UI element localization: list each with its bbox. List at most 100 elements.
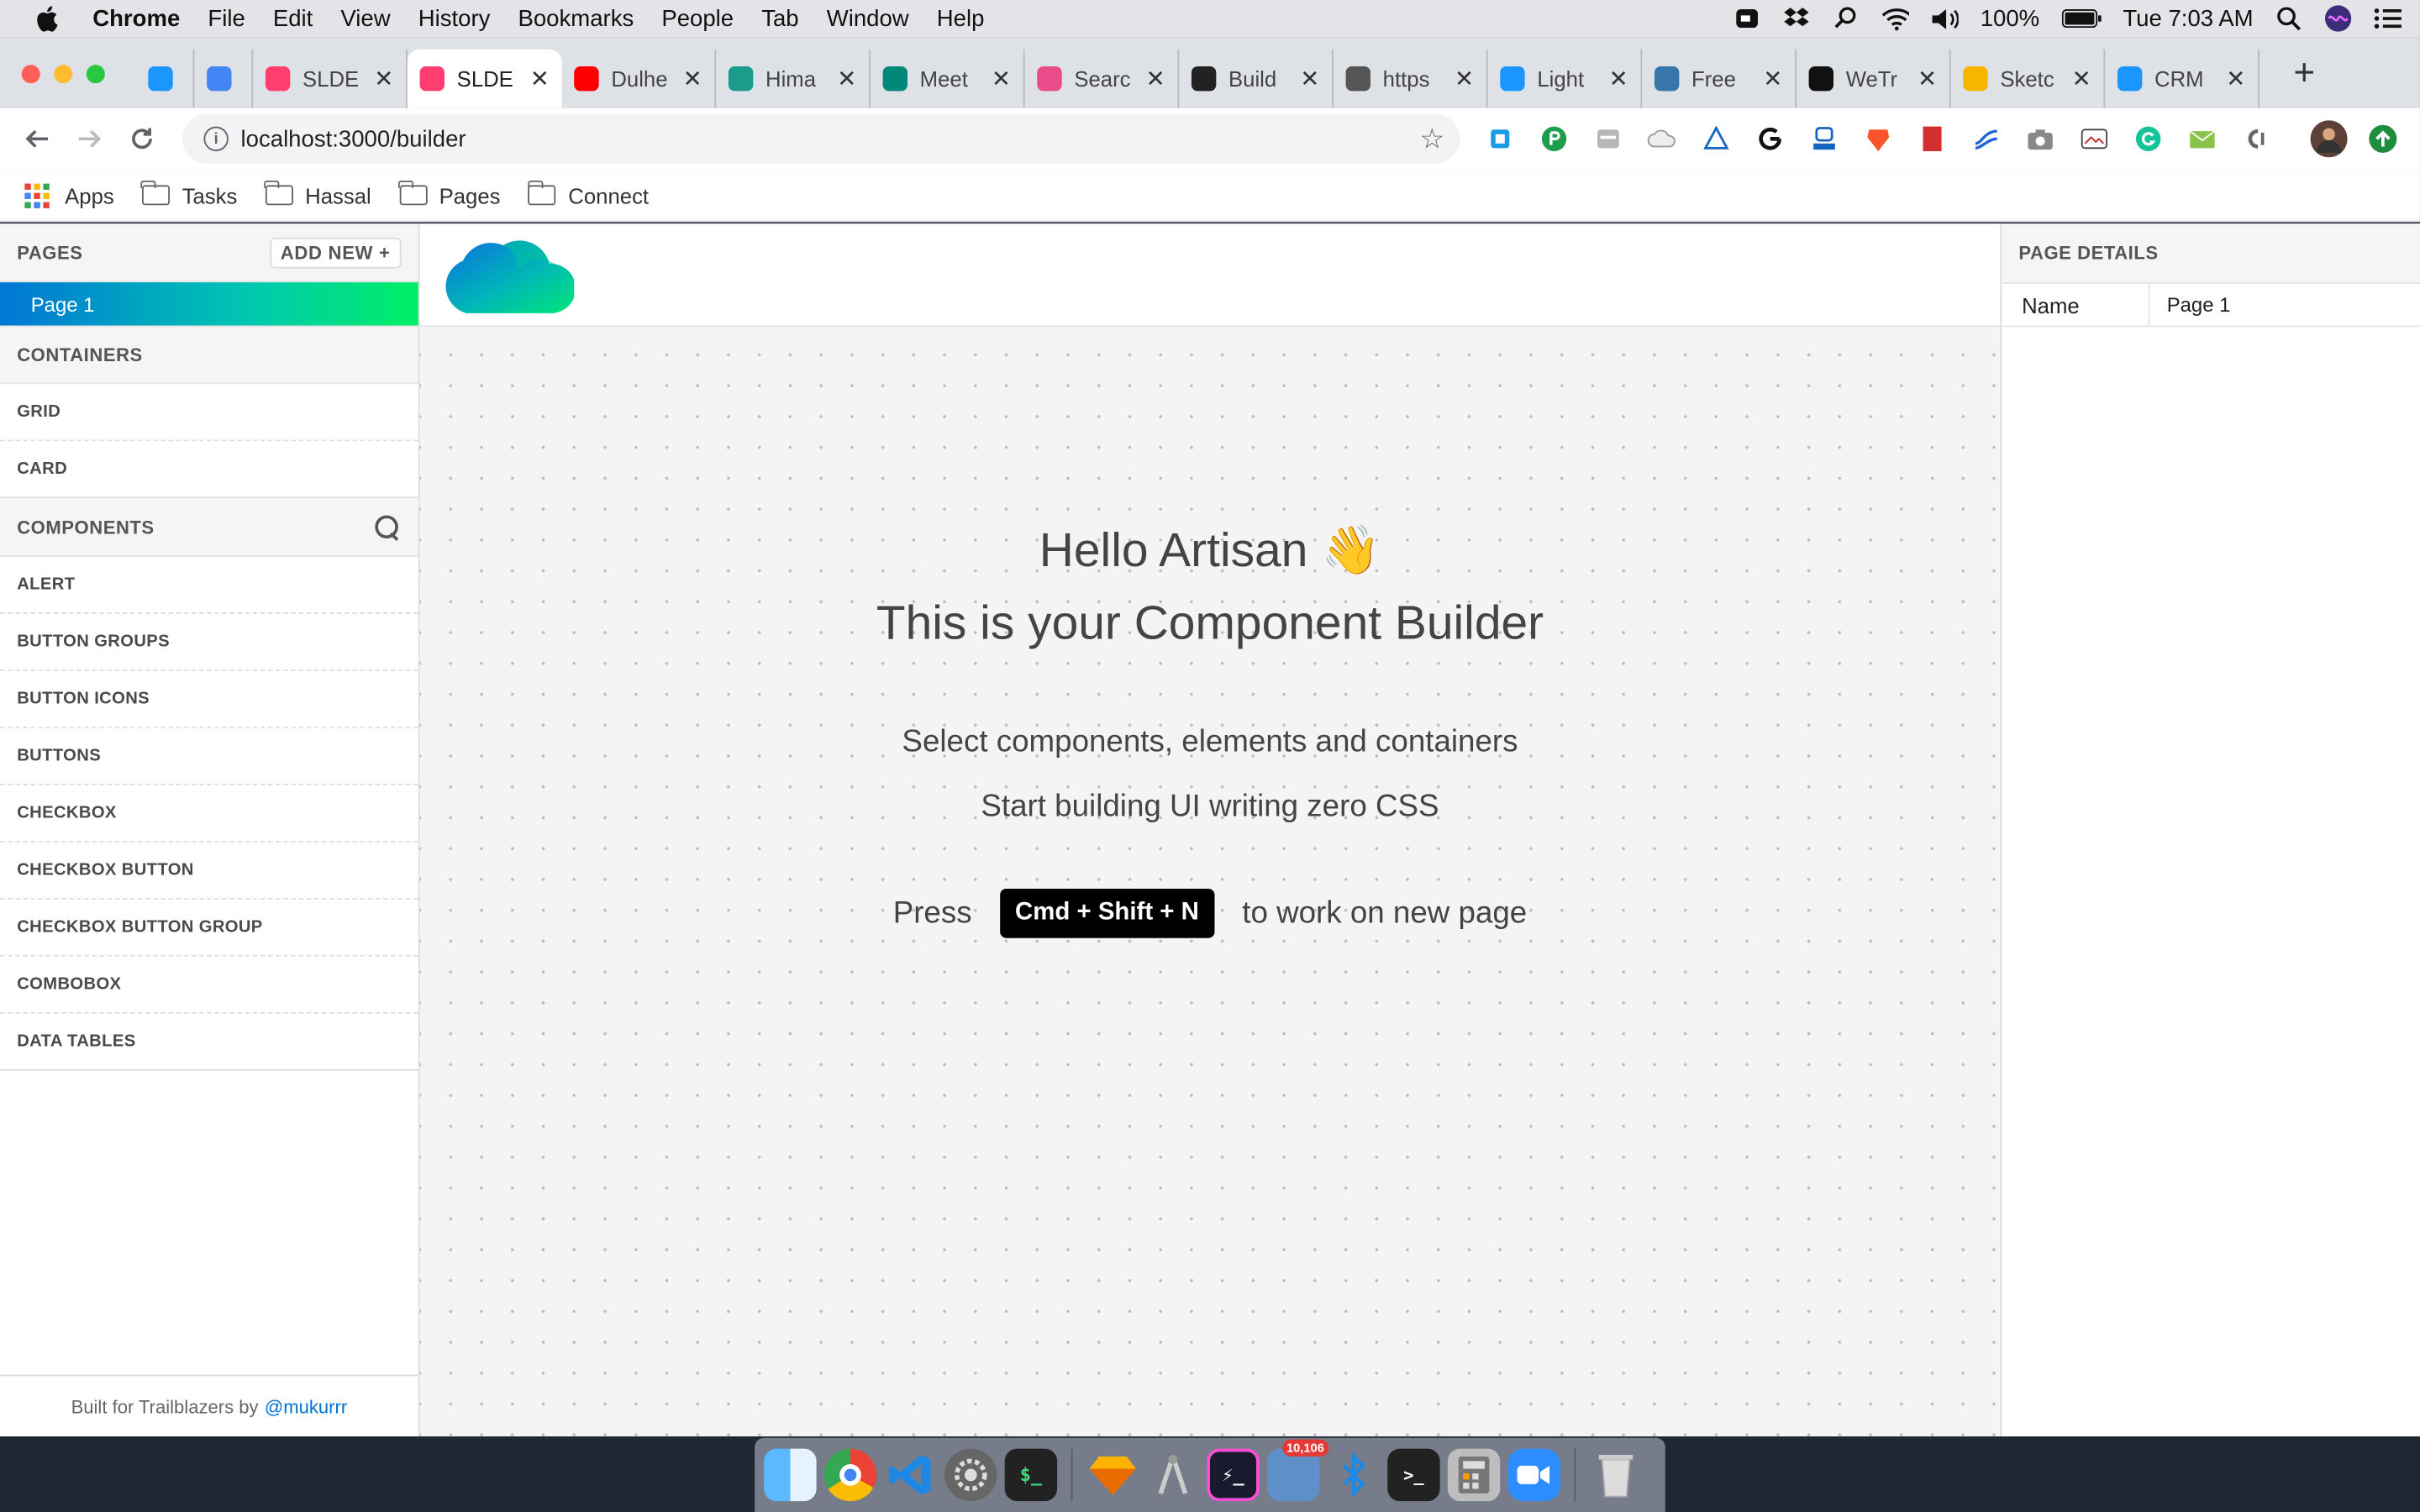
calculator-icon[interactable] [1447,1448,1501,1502]
finder-icon[interactable] [764,1448,817,1502]
bookmark-folder-tasks[interactable]: Tasks [140,180,237,207]
footer-author-link[interactable]: @mukurrr [265,1395,347,1417]
menu-people[interactable]: People [661,5,734,31]
close-tab-icon[interactable]: ✕ [1918,65,1937,92]
forward-button[interactable] [71,120,108,157]
browser-tab[interactable]: Build ✕ [1179,49,1334,108]
browser-tab[interactable]: SLDE ✕ [253,49,408,108]
browser-tab[interactable]: Free ✕ [1642,49,1797,108]
browser-tab[interactable]: Hima ✕ [716,49,871,108]
component-item-checkbox[interactable]: CHECKBOX [0,785,418,843]
browser-tab[interactable]: Searc ✕ [1025,49,1180,108]
component-item-buttons[interactable]: BUTTONS [0,727,418,785]
menu-bookmarks[interactable]: Bookmarks [518,5,634,31]
extension-puzzle-icon[interactable] [1481,120,1518,157]
back-button[interactable] [18,120,55,157]
grammarly-icon[interactable] [2130,120,2167,157]
menu-window[interactable]: Window [827,5,909,31]
sketch-app-icon[interactable] [1086,1449,1139,1501]
stamp-extension-icon[interactable] [1806,120,1843,157]
zoom-window-button[interactable] [86,65,105,84]
mail-extension-icon[interactable] [2184,120,2221,157]
close-window-button[interactable] [21,65,40,84]
browser-tab[interactable]: Dulhe ✕ [562,49,717,108]
close-tab-icon[interactable]: ✕ [1763,65,1782,92]
preview-app-icon[interactable]: 10,106 [1266,1439,1329,1502]
component-item-button-icons[interactable]: BUTTON ICONS [0,670,418,728]
info-icon[interactable]: i [203,126,229,151]
component-item-combobox[interactable]: COMBOBOX [0,956,418,1014]
bookmark-folder-hassal[interactable]: Hassal [264,180,371,207]
bookmark-star-icon[interactable]: ☆ [1420,123,1445,156]
camera-icon[interactable] [2022,120,2059,157]
battery-icon[interactable] [2060,6,2102,30]
facetime-icon[interactable] [1733,6,1761,30]
browser-tab[interactable] [136,49,195,108]
close-tab-icon[interactable]: ✕ [837,65,856,92]
builder-canvas[interactable]: Hello Artisan 👋 This is your Component B… [419,327,2001,1436]
volume-icon[interactable] [1931,6,1960,30]
cloud-logo-icon[interactable] [435,233,575,319]
siri-icon[interactable] [2324,5,2352,32]
close-tab-icon[interactable]: ✕ [2072,65,2091,92]
profile-avatar[interactable] [2310,120,2348,158]
close-tab-icon[interactable]: ✕ [1146,65,1165,92]
menu-help[interactable]: Help [937,5,985,31]
wave-extension-icon[interactable] [1968,120,2005,157]
component-item-checkbox-button[interactable]: CHECKBOX BUTTON [0,842,418,900]
chrome-icon[interactable] [823,1448,877,1502]
close-tab-icon[interactable]: ✕ [1455,65,1474,92]
terminal-icon[interactable]: >_ [1387,1448,1440,1502]
magnifier-tool-icon[interactable] [1832,6,1860,30]
menubar-clock[interactable]: Tue 7:03 AM [2123,5,2253,31]
menu-history[interactable]: History [418,5,491,31]
vscode-icon[interactable] [884,1449,936,1501]
browser-tab[interactable]: https ✕ [1334,49,1488,108]
browser-tab[interactable]: CRM ✕ [2105,49,2260,108]
container-item-grid[interactable]: GRID [0,384,418,442]
spotlight-icon[interactable] [2275,6,2302,31]
cloud-extension-icon[interactable] [1644,120,1681,157]
close-tab-icon[interactable]: ✕ [1609,65,1628,92]
delta-extension-icon[interactable] [1697,120,1734,157]
component-item-data-tables[interactable]: DATA TABLES [0,1013,418,1071]
bookmark-folder-pages[interactable]: Pages [397,180,500,207]
trash-icon[interactable] [1590,1449,1642,1501]
system-preferences-icon[interactable] [944,1448,997,1502]
close-tab-icon[interactable]: ✕ [2226,65,2245,92]
browser-tab[interactable]: WeTr ✕ [1797,49,1951,108]
bookmark-folder-connect[interactable]: Connect [527,180,649,207]
close-tab-icon[interactable]: ✕ [1300,65,1319,92]
search-icon[interactable] [373,513,401,541]
apple-icon[interactable] [34,5,65,33]
url-text[interactable]: localhost:3000/builder [241,126,466,152]
brave-icon[interactable] [1860,120,1897,157]
compass-tool-icon[interactable] [1147,1449,1199,1501]
page-name-field[interactable]: Page 1 [2150,284,2420,326]
menu-app-name[interactable]: Chrome [92,5,180,31]
container-item-card[interactable]: CARD [0,441,418,499]
component-item-button-groups[interactable]: BUTTON GROUPS [0,614,418,671]
pocket-icon[interactable] [1536,120,1573,157]
browser-tab[interactable]: Light ✕ [1488,49,1643,108]
bluetooth-icon[interactable] [1328,1449,1380,1501]
page-item-active[interactable]: Page 1 [0,282,418,326]
zoom-app-icon[interactable] [1507,1448,1560,1502]
close-tab-icon[interactable]: ✕ [374,65,393,92]
component-item-alert[interactable]: ALERT [0,557,418,615]
tab-active[interactable]: SLDE ✕ [407,49,562,108]
address-bar[interactable]: i localhost:3000/builder ☆ [182,113,1460,164]
menu-edit[interactable]: Edit [273,5,313,31]
new-tab-button[interactable]: + [2293,52,2330,95]
window-extension-icon[interactable] [1590,120,1627,157]
minimize-window-button[interactable] [54,65,73,84]
bookmark-apps[interactable]: Apps [24,182,114,208]
terminal-green-icon[interactable]: $_ [1004,1448,1058,1502]
close-tab-icon[interactable]: ✕ [530,65,550,92]
browser-tab[interactable] [194,49,254,108]
code-extension-icon[interactable] [2238,120,2275,157]
close-tab-icon[interactable]: ✕ [992,65,1011,92]
close-tab-icon[interactable]: ✕ [683,65,702,92]
component-item-checkbox-button-group[interactable]: CHECKBOX BUTTON GROUP [0,899,418,957]
g-extension-icon[interactable] [1752,120,1789,157]
